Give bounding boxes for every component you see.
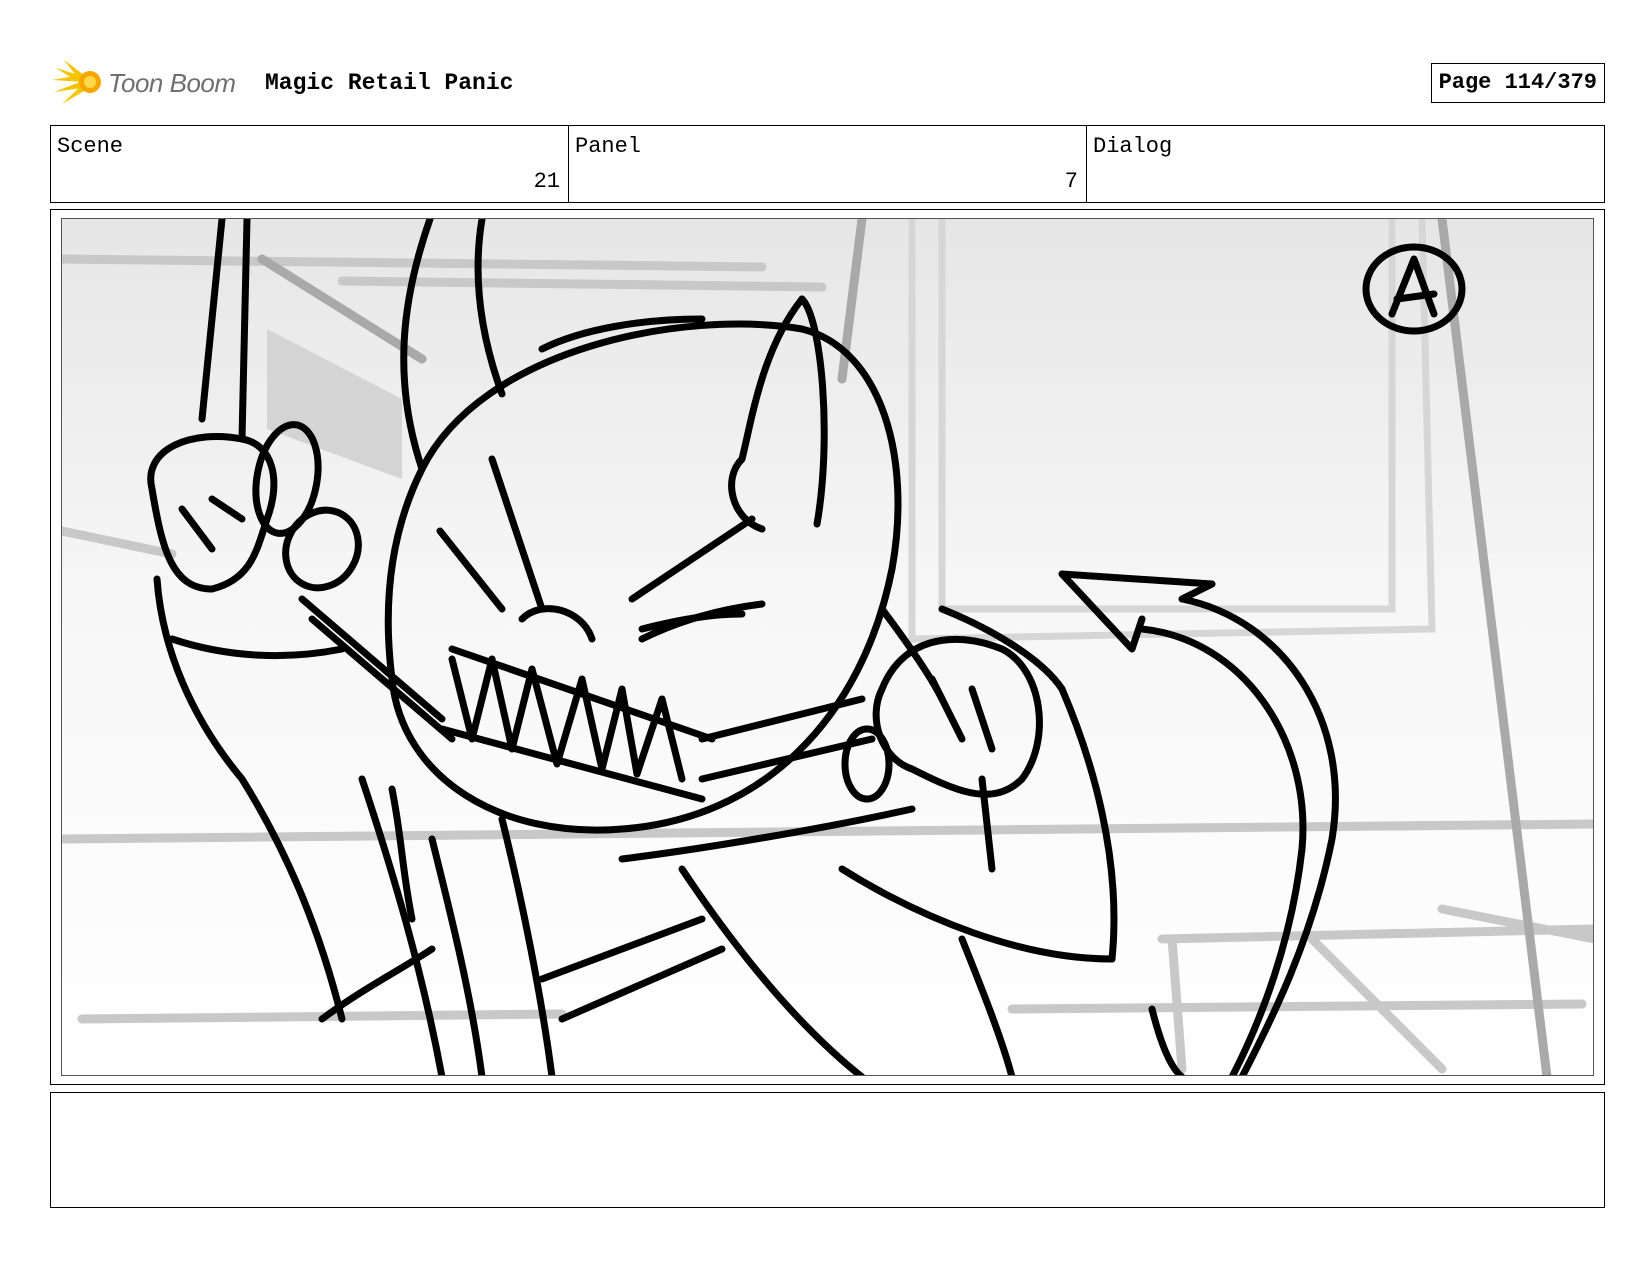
- project-title: Magic Retail Panic: [265, 70, 514, 96]
- dialog-cell: Dialog: [1087, 126, 1604, 202]
- page-header: Toon Boom Magic Retail Panic Page 114/37…: [50, 58, 1605, 108]
- dialog-label: Dialog: [1093, 134, 1173, 159]
- logo-text: Toon Boom: [108, 68, 236, 98]
- scene-label: Scene: [57, 134, 124, 159]
- toon-boom-star-icon: [52, 60, 101, 104]
- panel-info-row: Scene 21 Panel 7 Dialog: [50, 125, 1605, 203]
- panel-label: Panel: [575, 134, 642, 159]
- panel-notes-box: [50, 1092, 1605, 1208]
- panel-value: 7: [1064, 169, 1078, 194]
- panel-cell: Panel 7: [569, 126, 1087, 202]
- storyboard-panel-frame: [50, 209, 1605, 1085]
- scene-cell: Scene 21: [51, 126, 569, 202]
- scene-value: 21: [533, 169, 560, 194]
- storyboard-panel-image: [61, 218, 1594, 1076]
- storyboard-sketch: [62, 219, 1593, 1075]
- page-counter: Page 114/379: [1430, 63, 1605, 103]
- toon-boom-logo: Toon Boom: [50, 58, 250, 108]
